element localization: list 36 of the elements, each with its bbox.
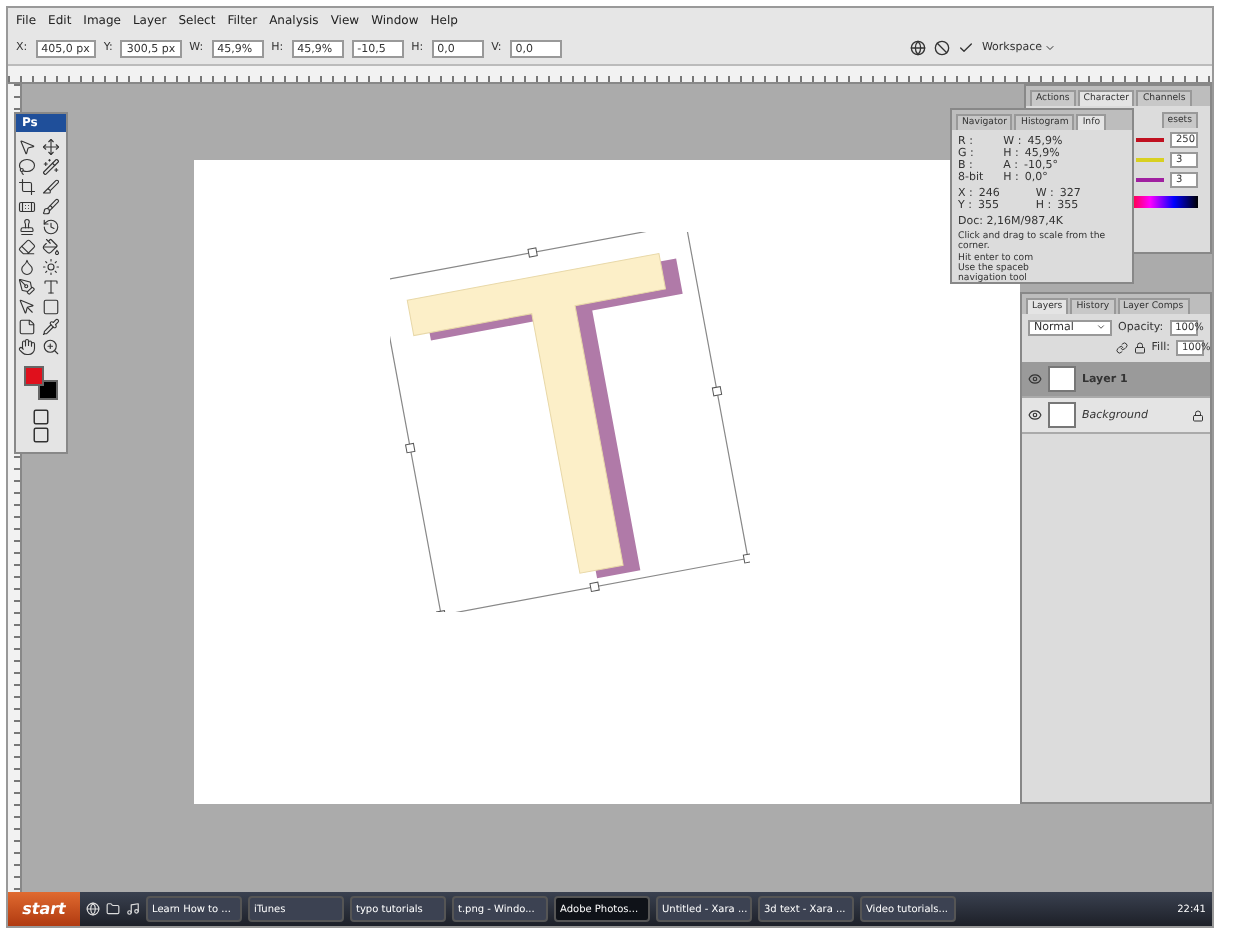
screen-icon[interactable] (32, 426, 50, 444)
mask-icon[interactable] (32, 408, 50, 426)
pen-icon[interactable] (18, 278, 40, 296)
folder-icon[interactable] (106, 902, 120, 916)
hand-icon[interactable] (18, 338, 40, 356)
zoom-icon[interactable] (42, 338, 64, 356)
stamp-icon[interactable] (18, 218, 40, 236)
eye-icon[interactable] (1028, 408, 1042, 422)
move-icon[interactable] (42, 138, 64, 156)
eraser-icon[interactable] (18, 238, 40, 256)
cursor-icon[interactable] (18, 138, 40, 156)
bucket-icon[interactable] (42, 238, 64, 256)
lasso-icon[interactable] (18, 158, 40, 176)
history-icon[interactable] (42, 218, 64, 236)
pointer-icon[interactable] (18, 298, 40, 316)
cancel-icon[interactable] (933, 40, 950, 56)
link-icon[interactable] (1115, 342, 1128, 354)
globe-icon[interactable] (86, 902, 100, 916)
crop-icon[interactable] (18, 178, 40, 196)
caret-icon (1044, 42, 1056, 54)
music-icon[interactable] (126, 902, 140, 916)
caret-icon (1096, 322, 1106, 332)
start-button[interactable]: start (8, 892, 80, 926)
layer-thumbnail (1048, 402, 1076, 428)
layer-thumbnail (1048, 366, 1076, 392)
foreground-swatch[interactable] (23, 366, 43, 386)
eye-icon[interactable] (1028, 372, 1042, 386)
eyedropper-icon[interactable] (42, 318, 64, 336)
brush-icon[interactable] (42, 198, 64, 216)
wand-icon[interactable] (42, 158, 64, 176)
note-icon[interactable] (18, 318, 40, 336)
knife-icon[interactable] (42, 178, 64, 196)
lock-icon[interactable] (1133, 342, 1146, 354)
square-icon[interactable] (42, 298, 64, 316)
bandage-icon[interactable] (18, 198, 40, 216)
check-icon[interactable] (957, 40, 974, 56)
